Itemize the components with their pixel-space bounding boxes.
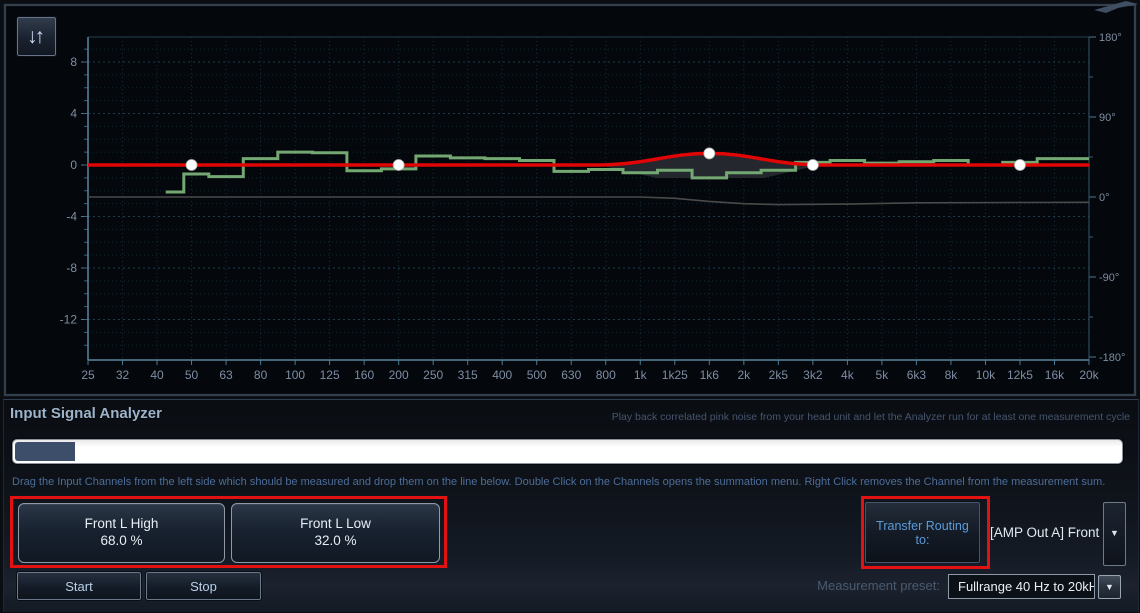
input-channel-chip-front-l-high[interactable]: Front L High 68.0 % [18,503,225,563]
x-label: 1k [634,368,648,382]
channel-percent: 32.0 % [232,533,439,548]
x-label: 20k [1079,368,1099,382]
channel-name: Front L High [19,516,224,531]
stop-button[interactable]: Stop [146,572,261,600]
measurement-progress-bar [12,439,1123,464]
x-label: 630 [561,368,581,382]
y-right-label: 180° [1099,32,1122,44]
panel-title: Input Signal Analyzer [10,405,162,422]
x-label: 16k [1045,368,1065,382]
measurement-preset-label: Measurement preset: [784,578,940,593]
x-label: 80 [254,368,268,382]
cursor-artifact [1092,0,1140,14]
x-label: 1k6 [700,368,720,382]
x-label: 32 [116,368,130,382]
x-label: 6k3 [907,368,927,382]
routing-target-dropdown[interactable]: [AMP Out A] Front L H ▼ [984,502,1126,564]
y-right-label: -180° [1099,352,1125,364]
y-left-label: -8 [66,261,77,275]
x-label: 25 [81,368,95,382]
x-label: 125 [320,368,340,382]
x-label: 200 [389,368,409,382]
x-label: 400 [492,368,512,382]
x-label: 3k2 [803,368,823,382]
x-label: 2k5 [769,368,789,382]
analyzer-curve [166,152,1089,192]
frequency-response-chart[interactable]: 840-4-8-12253240506380100125160200250315… [4,4,1136,396]
x-label: 10k [976,368,996,382]
routing-dropdown-button[interactable]: ▼ [1103,502,1126,566]
drop-instruction: Drag the Input Channels from the left si… [12,476,1105,488]
panel-hint: Play back correlated pink noise from you… [612,411,1130,423]
app-window: 840-4-8-12253240506380100125160200250315… [0,0,1140,613]
channel-percent: 68.0 % [19,533,224,548]
x-label: 12k5 [1007,368,1033,382]
x-label: 2k [737,368,751,382]
eq-control-point[interactable] [186,160,197,171]
y-left-label: 8 [70,55,77,69]
y-left-label: -4 [66,210,77,224]
y-right-label: -90° [1099,272,1119,284]
graph-panel: 840-4-8-12253240506380100125160200250315… [4,4,1136,396]
x-label: 8k [945,368,959,382]
sort-toggle-button[interactable]: ↓↑ [17,17,56,56]
y-left-label: 0 [70,158,77,172]
preset-dropdown-button[interactable]: ▼ [1098,575,1121,599]
eq-control-point[interactable] [393,160,404,171]
measurement-preset-dropdown[interactable]: Fullrange 40 Hz to 20kHz [948,574,1095,599]
chevron-down-icon: ▼ [1110,528,1119,538]
input-channel-chip-front-l-low[interactable]: Front L Low 32.0 % [231,503,440,563]
y-right-label: 0° [1099,192,1110,204]
x-label: 40 [150,368,164,382]
x-label: 100 [285,368,305,382]
x-label: 250 [423,368,443,382]
x-label: 4k [841,368,855,382]
y-left-label: 4 [70,107,77,121]
sort-updown-icon: ↓↑ [27,25,42,48]
transfer-routing-button[interactable]: Transfer Routing to: [865,502,980,563]
chevron-down-icon: ▼ [1105,582,1114,592]
eq-control-point[interactable] [807,160,818,171]
input-signal-analyzer-panel: Input Signal Analyzer Play back correlat… [3,399,1139,612]
x-label: 63 [219,368,233,382]
x-label: 315 [458,368,478,382]
eq-control-point[interactable] [704,148,715,159]
routing-target-value: [AMP Out A] Front L H [984,502,1103,564]
channel-name: Front L Low [232,516,439,531]
x-label: 800 [596,368,616,382]
x-label: 5k [876,368,890,382]
start-button[interactable]: Start [17,572,141,600]
x-label: 500 [527,368,547,382]
x-label: 1k25 [662,368,688,382]
x-label: 160 [354,368,374,382]
y-right-label: 90° [1099,112,1116,124]
x-label: 50 [185,368,199,382]
y-left-label: -12 [60,313,78,327]
progress-fill [15,442,75,461]
eq-control-point[interactable] [1014,160,1025,171]
